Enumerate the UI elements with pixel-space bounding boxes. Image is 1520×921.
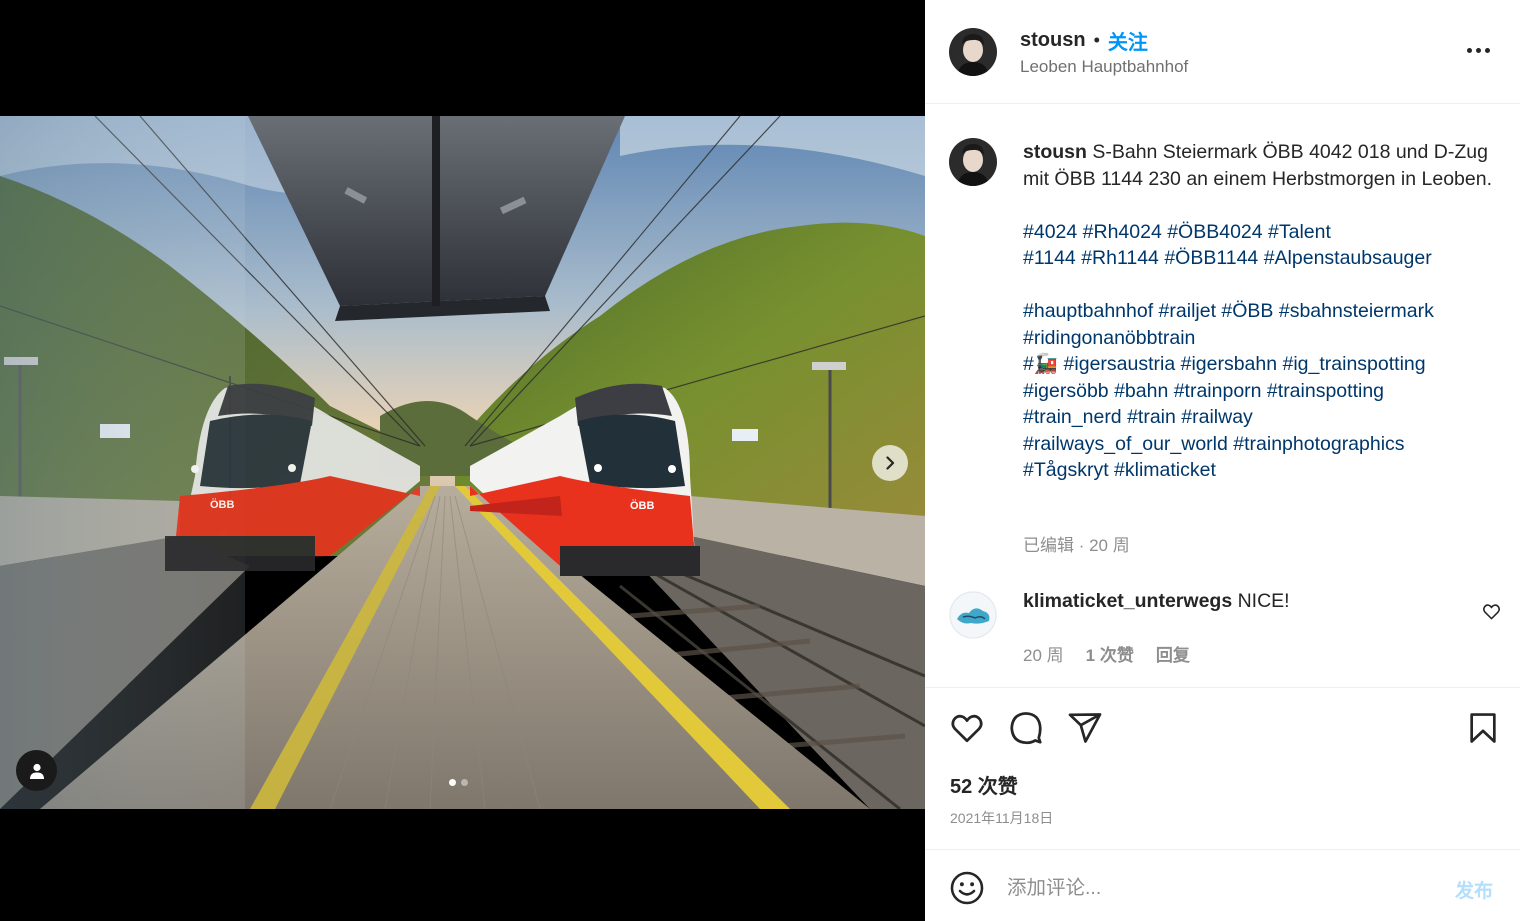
- separator-dot: •: [1093, 30, 1100, 50]
- caption-author[interactable]: stousn: [1023, 141, 1087, 163]
- hashtag-line[interactable]: #Tågskryt #klimaticket: [1023, 457, 1503, 484]
- share-icon: [1068, 713, 1102, 743]
- hashtag-block: #4024 #Rh4024 #ÖBB4024 #Talent #1144 #Rh…: [1023, 219, 1503, 484]
- commenter-avatar[interactable]: [949, 591, 997, 639]
- caption-body: stousn S-Bahn Steiermark ÖBB 4042 018 un…: [1023, 139, 1503, 192]
- comment-icon: [1010, 712, 1042, 745]
- train-station-photo: ÖBB ÖBB: [0, 116, 925, 809]
- comment-input[interactable]: [1007, 872, 1427, 904]
- post-side-panel: stousn • 关注 Leoben Hauptbahnhof stousn S…: [925, 0, 1520, 921]
- hashtag-line[interactable]: #ridingonanöbbtrain: [1023, 325, 1503, 352]
- hashtag-line[interactable]: #1144 #Rh1144 #ÖBB1144 #Alpenstaubsauger: [1023, 245, 1503, 272]
- svg-text:ÖBB: ÖBB: [630, 499, 655, 512]
- header-username-row: stousn • 关注: [1020, 26, 1148, 55]
- user-icon: [29, 763, 44, 779]
- more-horizontal-icon: [1467, 48, 1472, 53]
- follow-button[interactable]: 关注: [1108, 26, 1148, 55]
- post-header: stousn • 关注 Leoben Hauptbahnhof: [925, 0, 1520, 104]
- tagged-users-button[interactable]: [16, 750, 57, 791]
- author-avatar[interactable]: [949, 28, 997, 76]
- carousel-indicator: [449, 779, 468, 786]
- hashtag-line[interactable]: #igersöbb #bahn #trainporn #trainspottin…: [1023, 378, 1503, 405]
- comment-age: 20 周: [1023, 646, 1064, 665]
- comment-meta: 20 周 1 次赞 回复: [1023, 641, 1190, 666]
- caption-text: S-Bahn Steiermark ÖBB 4042 018 und D-Zug…: [1023, 141, 1492, 190]
- svg-text:ÖBB: ÖBB: [210, 498, 235, 511]
- like-count[interactable]: 52 次赞: [950, 770, 1018, 799]
- bookmark-icon: [1470, 713, 1496, 743]
- add-comment-bar: 发布: [925, 849, 1520, 921]
- caption-author-avatar[interactable]: [949, 138, 997, 186]
- post-actions: 52 次赞 2021年11月18日: [925, 687, 1520, 849]
- hashtag-line[interactable]: #train_nerd #train #railway: [1023, 404, 1503, 431]
- hashtag-line[interactable]: #4024 #Rh4024 #ÖBB4024 #Talent: [1023, 219, 1503, 246]
- carousel-dot-active: [449, 779, 456, 786]
- post-location[interactable]: Leoben Hauptbahnhof: [1020, 57, 1188, 77]
- more-horizontal-icon: [1485, 48, 1490, 53]
- chevron-right-icon: [886, 456, 895, 470]
- like-button[interactable]: [949, 710, 985, 751]
- media-pane: ÖBB ÖBB: [0, 0, 925, 921]
- comment-button[interactable]: [1008, 710, 1044, 751]
- avatar-logo: [949, 591, 997, 639]
- carousel-next-button[interactable]: [872, 445, 908, 481]
- hashtag-line[interactable]: #hauptbahnhof #railjet #ÖBB #sbahnsteier…: [1023, 298, 1503, 325]
- post-comment-button[interactable]: 发布: [1455, 876, 1493, 903]
- post-caption: stousn S-Bahn Steiermark ÖBB 4042 018 un…: [1023, 139, 1503, 484]
- more-options-button[interactable]: [1467, 48, 1490, 53]
- avatar-photo: [949, 28, 997, 76]
- comment-body: klimaticket_unterwegs NICE!: [1023, 590, 1290, 613]
- comment-likes[interactable]: 1 次赞: [1086, 641, 1134, 666]
- caption-meta: 已编辑 · 20 周: [1023, 536, 1130, 555]
- more-horizontal-icon: [1476, 48, 1481, 53]
- heart-icon: [1483, 604, 1500, 620]
- comment-like-button[interactable]: [1482, 602, 1501, 626]
- comment-item: klimaticket_unterwegs NICE! 20 周 1 次赞 回复: [925, 585, 1520, 685]
- hashtag-line[interactable]: #railways_of_our_world #trainphotographi…: [1023, 431, 1503, 458]
- hashtag-spacer: [1023, 272, 1503, 299]
- post-photo[interactable]: ÖBB ÖBB: [0, 116, 925, 809]
- avatar-photo: [949, 138, 997, 186]
- share-button[interactable]: [1067, 710, 1103, 751]
- emoji-icon: [950, 871, 984, 905]
- carousel-dot: [461, 779, 468, 786]
- comment-reply-button[interactable]: 回复: [1156, 641, 1190, 666]
- comment-text: NICE!: [1237, 590, 1290, 612]
- heart-icon: [951, 714, 983, 743]
- comment-author[interactable]: klimaticket_unterwegs: [1023, 590, 1232, 612]
- author-username[interactable]: stousn: [1020, 29, 1086, 52]
- emoji-button[interactable]: [949, 870, 985, 911]
- post-date: 2021年11月18日: [950, 810, 1054, 826]
- save-button[interactable]: [1466, 710, 1500, 751]
- hashtag-line[interactable]: #🚂 #igersaustria #igersbahn #ig_trainspo…: [1023, 351, 1503, 378]
